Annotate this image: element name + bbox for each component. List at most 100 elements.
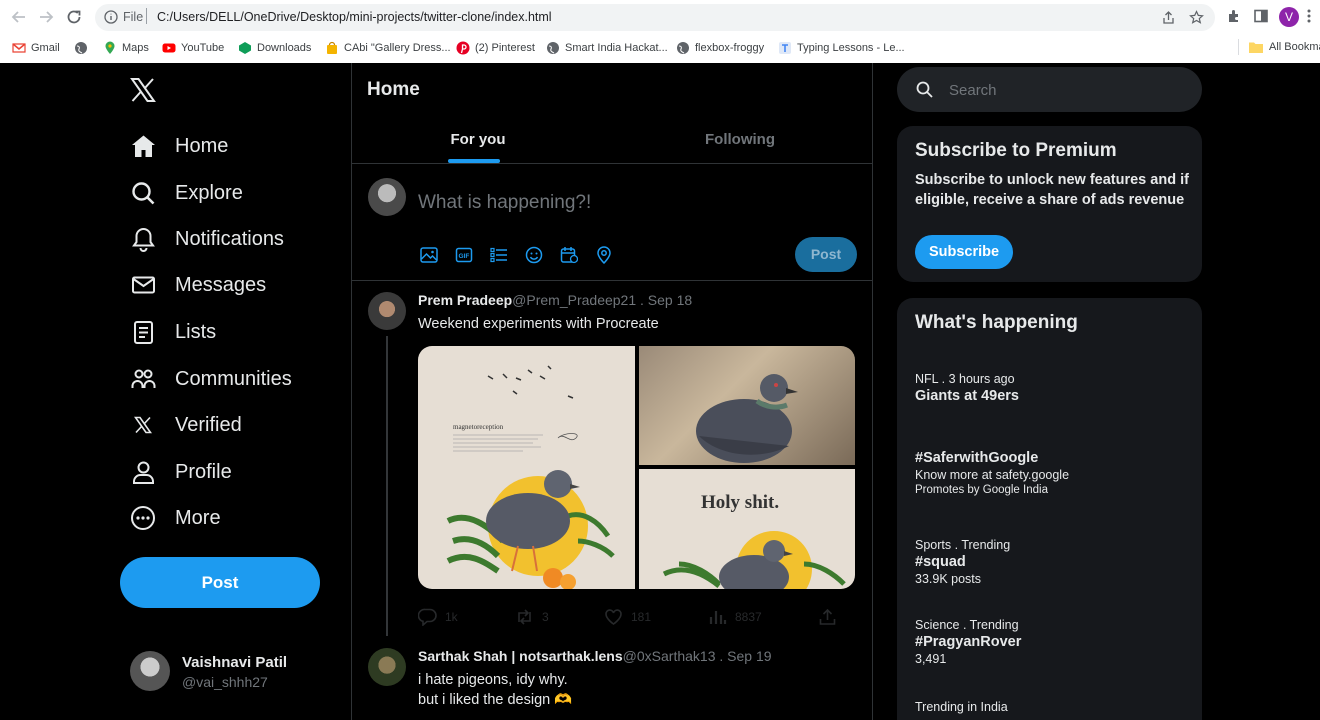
bell-icon — [130, 226, 156, 252]
compose-input[interactable] — [418, 188, 838, 218]
poster-heading: magnetoreception — [453, 423, 504, 431]
scheme-label: File — [123, 10, 144, 24]
bookmarks-bar: Gmail Maps YouTube Downloads CAbi "Galle… — [0, 36, 1320, 60]
url-text[interactable]: C:/Users/DELL/OneDrive/Desktop/mini-proj… — [157, 10, 552, 24]
nav-label: Messages — [175, 273, 267, 296]
poll-icon[interactable] — [490, 246, 508, 264]
back-arrow-icon[interactable] — [10, 8, 28, 26]
nav-item-profile[interactable]: Profile — [130, 454, 232, 490]
tweet[interactable]: Sarthak Shah | notsarthak.lens@0xSarthak… — [352, 648, 872, 720]
avatar — [368, 178, 406, 216]
all-bookmarks[interactable]: All Bookmarks — [1238, 39, 1320, 55]
nav-item-communities[interactable]: Communities — [130, 361, 292, 397]
trend-item[interactable]: Sports . Trending #squad 33.9K posts — [915, 538, 1195, 586]
emoji-icon[interactable] — [525, 246, 543, 264]
bookmark-gmail[interactable]: Gmail — [12, 39, 60, 57]
extensions-icon[interactable] — [1226, 8, 1242, 24]
nav-item-messages[interactable]: Messages — [130, 267, 266, 303]
search-input[interactable] — [949, 79, 1179, 101]
tab-for-you[interactable]: For you — [348, 119, 608, 163]
bookmark-downloads[interactable]: Downloads — [238, 39, 311, 57]
more-circle-icon — [130, 505, 156, 531]
gmail-icon — [12, 43, 26, 53]
bookmark-flexbox-froggy[interactable]: flexbox-froggy — [676, 39, 764, 57]
avatar — [130, 651, 170, 691]
star-icon[interactable] — [1189, 10, 1204, 25]
shopping-bag-icon — [327, 41, 337, 54]
share-icon[interactable] — [1161, 10, 1176, 25]
info-icon[interactable] — [104, 10, 118, 24]
media-image-pigeon-photo[interactable] — [639, 346, 855, 465]
account-switcher[interactable]: Vaishnavi Patil @vai_shhh27 — [130, 651, 340, 695]
bookmark-typing-lessons[interactable]: Typing Lessons - Le... — [778, 39, 905, 57]
bookmark-globe[interactable] — [74, 39, 88, 57]
media-image-poster[interactable]: magnetoreception — [418, 346, 635, 589]
avatar[interactable] — [368, 292, 406, 330]
nav-item-lists[interactable]: Lists — [130, 314, 216, 350]
forward-arrow-icon[interactable] — [37, 8, 55, 26]
share-button[interactable] — [818, 608, 837, 626]
tab-following[interactable]: Following — [610, 119, 870, 163]
tweet-media-grid[interactable]: magnetoreception Holy shit. — [418, 346, 855, 589]
nav-item-notifications[interactable]: Notifications — [130, 221, 284, 257]
trend-item[interactable]: NFL . 3 hours ago Giants at 49ers — [915, 372, 1195, 404]
nav-label: Notifications — [175, 227, 284, 250]
trends-card: What's happening NFL . 3 hours ago Giant… — [897, 298, 1202, 720]
nav-label: More — [175, 506, 221, 529]
side-panel-icon[interactable] — [1253, 8, 1269, 24]
like-button[interactable]: 181 — [604, 608, 651, 626]
retweet-button[interactable]: 3 — [515, 608, 549, 626]
search-icon — [130, 180, 156, 206]
kebab-menu-icon[interactable] — [1306, 8, 1312, 24]
bookmark-youtube[interactable]: YouTube — [162, 39, 224, 57]
main-timeline: Home For you Following GIF Post Prem Pra… — [351, 63, 873, 720]
tweet-text-line: but i liked the design 🫶 — [418, 692, 573, 708]
tweet-header: Sarthak Shah | notsarthak.lens@0xSarthak… — [418, 648, 772, 664]
search-box[interactable] — [897, 67, 1202, 112]
nav-item-more[interactable]: More — [130, 500, 221, 536]
trend-topic: #PragyanRover — [915, 634, 1022, 650]
nav-label: Lists — [175, 320, 217, 343]
trend-item[interactable]: Trending in India — [915, 700, 1195, 714]
trend-subtext: Know more at safety.google — [915, 468, 1070, 482]
left-navigation: Home Explore Notifications Messages List… — [0, 63, 351, 720]
retweet-count: 3 — [542, 610, 549, 624]
pigeon-photo-illustration — [696, 374, 798, 463]
gif-icon[interactable]: GIF — [455, 246, 473, 264]
image-icon[interactable] — [420, 246, 438, 264]
tweet[interactable]: Prem Pradeep@Prem_Pradeep21 . Sep 18 Wee… — [352, 292, 872, 636]
composer-post-button[interactable]: Post — [795, 237, 857, 272]
trends-title: What's happening — [915, 312, 1078, 333]
nav-label: Verified — [175, 413, 242, 436]
subscribe-button[interactable]: Subscribe — [915, 235, 1013, 269]
tweet-header: Prem Pradeep@Prem_Pradeep21 . Sep 18 — [418, 292, 692, 308]
trend-meta: Science . Trending — [915, 618, 1019, 632]
tweet-author-name[interactable]: Sarthak Shah | notsarthak.lens — [418, 648, 623, 664]
svg-text:GIF: GIF — [459, 253, 470, 260]
bookmark-gallery-dress[interactable]: CAbi "Gallery Dress... — [325, 39, 451, 57]
trend-item[interactable]: Science . Trending #PragyanRover 3,491 — [915, 618, 1195, 666]
location-icon[interactable] — [595, 246, 613, 264]
reply-button[interactable]: 1k — [418, 608, 458, 626]
nav-item-explore[interactable]: Explore — [130, 175, 243, 211]
right-sidebar: Subscribe to Premium Subscribe to unlock… — [873, 63, 1320, 720]
media-image-holy-poster[interactable]: Holy shit. — [639, 469, 855, 589]
trend-item[interactable]: #SaferwithGoogle Know more at safety.goo… — [915, 448, 1195, 496]
address-bar[interactable]: File C:/Users/DELL/OneDrive/Desktop/mini… — [95, 4, 1215, 31]
tweet-author-name[interactable]: Prem Pradeep — [418, 292, 512, 308]
nav-item-home[interactable]: Home — [130, 128, 228, 164]
bookmark-maps[interactable]: Maps — [103, 39, 149, 57]
bookmark-pinterest[interactable]: (2) Pinterest — [456, 39, 535, 57]
post-button[interactable]: Post — [120, 557, 320, 608]
x-logo-icon[interactable] — [130, 77, 156, 103]
views-button[interactable]: 8837 — [708, 608, 762, 626]
reply-icon — [418, 608, 437, 626]
profile-avatar[interactable]: V — [1279, 7, 1299, 27]
avatar[interactable] — [368, 648, 406, 686]
bookmark-smart-india[interactable]: Smart India Hackat... — [546, 39, 668, 57]
account-handle: @vai_shhh27 — [182, 674, 268, 690]
schedule-icon[interactable] — [560, 246, 578, 264]
nav-item-verified[interactable]: Verified — [130, 407, 242, 443]
reload-icon[interactable] — [65, 8, 83, 26]
retweet-icon — [518, 609, 531, 625]
